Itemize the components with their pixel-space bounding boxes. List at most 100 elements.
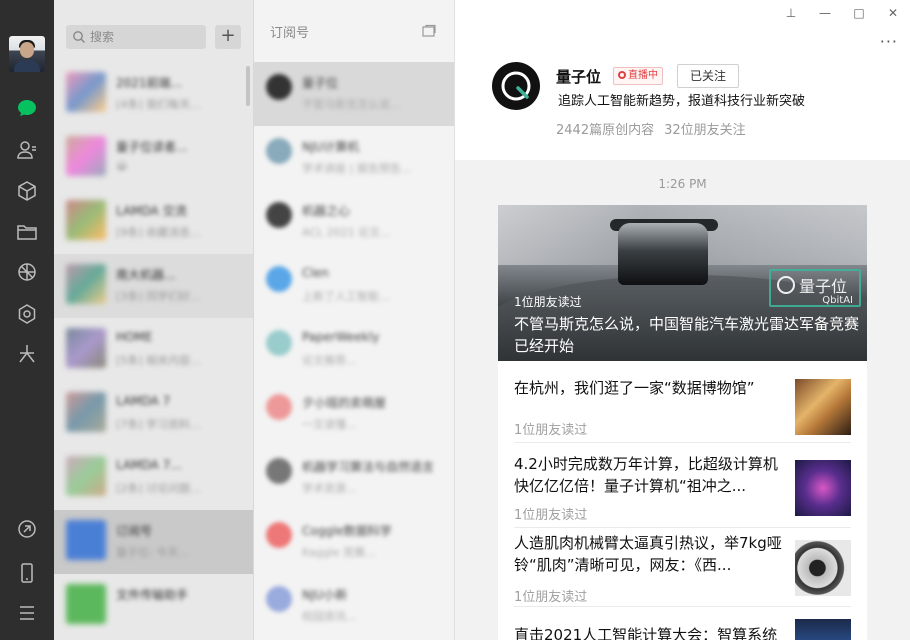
wechat-window: 搜索 + 2021前端... [4条] 我们每天... 量子位读者... 😀 L… bbox=[0, 0, 910, 640]
chat-item[interactable]: 量子位读者... 😀 bbox=[54, 126, 253, 190]
chat-item-file-transfer[interactable]: 文件传输助手 bbox=[54, 574, 253, 638]
article-thumbnail bbox=[795, 460, 851, 516]
subscription-preview: 论文推荐... bbox=[302, 354, 357, 367]
account-profile: ⊥ — □ ✕ ··· 量子位 直播中 已关注 追踪人工智能新趋势，报道科技行业… bbox=[455, 0, 910, 160]
chat-preview: [3条] 同学们好... bbox=[116, 290, 201, 303]
link-icon[interactable] bbox=[15, 517, 39, 541]
pin-button[interactable]: ⊥ bbox=[774, 0, 808, 26]
chat-item[interactable]: LAMDA 7... [2条] 讨论问题... bbox=[54, 446, 253, 510]
subscription-item[interactable]: 量子位 不管马斯克怎么说... bbox=[254, 62, 454, 126]
subscription-preview: 一文读懂... bbox=[302, 418, 357, 431]
subscription-name: Clen bbox=[302, 266, 329, 280]
chat-name: 量子位读者... bbox=[116, 140, 188, 154]
subscription-preview: 学术讲座 | 报告预告... bbox=[302, 162, 412, 175]
subscription-item[interactable]: Clen 上新了人工智能... bbox=[254, 254, 454, 318]
moments-icon[interactable] bbox=[15, 260, 39, 284]
subscription-name: 夕小瑶的卖萌屋 bbox=[302, 396, 387, 410]
article-item[interactable]: 在杭州，我们逛了一家“数据博物馆” 1位朋友读过 bbox=[498, 373, 867, 443]
box-icon[interactable] bbox=[15, 179, 39, 203]
look-icon[interactable] bbox=[15, 342, 39, 366]
chat-item-subscriptions[interactable]: 订阅号 量子位: 今天... bbox=[54, 510, 253, 574]
subscription-title: 订阅号 bbox=[270, 26, 310, 41]
side-nav bbox=[0, 0, 54, 640]
chat-preview: [9条] 收藏消息... bbox=[116, 226, 201, 239]
article-card: 量子位 QbitAI 1位朋友读过 不管马斯克怎么说，中国智能汽车激光雷达军备竞… bbox=[498, 205, 867, 640]
subscription-item[interactable]: 夕小瑶的卖萌屋 一文读懂... bbox=[254, 382, 454, 446]
contacts-icon[interactable] bbox=[15, 138, 39, 162]
subscription-name: 量子位 bbox=[302, 76, 339, 90]
subscription-item[interactable]: NJU小新 校园资讯... bbox=[254, 574, 454, 638]
article-thumbnail bbox=[795, 619, 851, 640]
add-button[interactable]: + bbox=[215, 25, 241, 49]
chat-item[interactable]: LAMDA 7 [7条] 学习资料... bbox=[54, 382, 253, 446]
article-thumbnail bbox=[795, 540, 851, 596]
chat-preview: [2条] 讨论问题... bbox=[116, 482, 201, 495]
subscription-item[interactable]: 机器学习算法与自然语言 学术资源... bbox=[254, 446, 454, 510]
article-thumbnail bbox=[795, 379, 851, 435]
subscription-item[interactable]: Coggle数据科学 Kaggle 竞赛... bbox=[254, 510, 454, 574]
account-detail-panel: ⊥ — □ ✕ ··· 量子位 直播中 已关注 追踪人工智能新趋势，报道科技行业… bbox=[455, 0, 910, 640]
chat-list-scrollbar[interactable] bbox=[246, 66, 250, 106]
live-badge[interactable]: 直播中 bbox=[613, 67, 663, 85]
friends-following[interactable]: 32位朋友关注 bbox=[664, 123, 746, 138]
qbitai-logo-icon bbox=[501, 71, 531, 101]
search-placeholder: 搜索 bbox=[90, 30, 115, 44]
minimize-button[interactable]: — bbox=[808, 0, 842, 26]
subscription-list-panel: 订阅号 量子位 不管马斯克怎么说... NJU计算机 学术讲座 | 报告预告..… bbox=[254, 0, 455, 640]
account-description: 追踪人工智能新趋势，报道科技行业新突破 bbox=[558, 94, 806, 109]
phone-icon[interactable] bbox=[15, 561, 39, 585]
chat-list-panel: 搜索 + 2021前端... [4条] 我们每天... 量子位读者... 😀 L… bbox=[54, 0, 254, 640]
subscription-item[interactable]: PaperWeekly 论文推荐... bbox=[254, 318, 454, 382]
user-avatar[interactable] bbox=[9, 36, 45, 72]
headline-article[interactable]: 量子位 QbitAI 1位朋友读过 不管马斯克怎么说，中国智能汽车激光雷达军备竞… bbox=[498, 205, 867, 361]
chat-name: LAMDA 7 bbox=[116, 394, 171, 408]
subscription-preview: 校园资讯... bbox=[302, 610, 357, 623]
chat-icon[interactable] bbox=[15, 96, 39, 120]
chat-item[interactable]: 南大机器... [3条] 同学们好... bbox=[54, 254, 253, 318]
article-title: 4.2小时完成数万年计算，比超级计算机快亿亿亿倍！量子计算机“祖冲之... bbox=[514, 455, 778, 495]
menu-icon[interactable] bbox=[15, 601, 39, 625]
article-friends-read: 1位朋友读过 bbox=[514, 590, 588, 605]
qbitai-watermark: 量子位 QbitAI bbox=[769, 269, 861, 307]
more-options-button[interactable]: ··· bbox=[880, 32, 898, 51]
chat-name: LAMDA 交流 bbox=[116, 204, 187, 218]
search-input[interactable]: 搜索 bbox=[66, 25, 206, 49]
article-item[interactable]: 直击2021人工智能计算大会：智算系统 bbox=[498, 619, 867, 640]
article-title: 人造肌肉机械臂太逼真引热议，举7kg哑铃“肌肉”清晰可见，网友：《西... bbox=[514, 534, 782, 574]
subscription-name: PaperWeekly bbox=[302, 330, 380, 344]
mini-program-icon[interactable] bbox=[15, 302, 39, 326]
chat-item[interactable]: HOME [5条] 相关内容... bbox=[54, 318, 253, 382]
chat-name: 2021前端... bbox=[116, 76, 182, 90]
subscription-preview: 上新了人工智能... bbox=[302, 290, 390, 303]
account-stats: 2442篇原创内容 32位朋友关注 bbox=[556, 119, 746, 138]
subscription-preview: Kaggle 竞赛... bbox=[302, 546, 376, 559]
chat-name: 南大机器... bbox=[116, 268, 176, 282]
subscription-item[interactable]: NJU计算机 学术讲座 | 报告预告... bbox=[254, 126, 454, 190]
watermark-en: QbitAI bbox=[822, 295, 853, 306]
chat-item[interactable]: 2021前端... [4条] 我们每天... bbox=[54, 62, 253, 126]
chat-preview: [5条] 相关内容... bbox=[116, 354, 201, 367]
chat-name: LAMDA 7... bbox=[116, 458, 182, 472]
chat-item[interactable]: LAMDA 交流 [9条] 收藏消息... bbox=[54, 190, 253, 254]
chat-name: HOME bbox=[116, 330, 153, 344]
article-friends-read: 1位朋友读过 bbox=[514, 508, 588, 523]
subscription-name: 机器学习算法与自然语言 bbox=[302, 460, 435, 474]
folder-icon[interactable] bbox=[15, 220, 39, 244]
chat-preview: [7条] 学习资料... bbox=[116, 418, 201, 431]
subscription-header: 订阅号 bbox=[254, 0, 454, 62]
account-logo[interactable] bbox=[492, 62, 540, 110]
follow-button[interactable]: 已关注 bbox=[677, 64, 739, 88]
search-icon bbox=[73, 31, 85, 43]
maximize-button[interactable]: □ bbox=[842, 0, 876, 26]
article-item[interactable]: 4.2小时完成数万年计算，比超级计算机快亿亿亿倍！量子计算机“祖冲之... 1位… bbox=[498, 450, 867, 528]
article-title: 在杭州，我们逛了一家“数据博物馆” bbox=[514, 379, 755, 397]
articles-count[interactable]: 2442篇原创内容 bbox=[556, 123, 654, 138]
subscription-name: NJU小新 bbox=[302, 588, 348, 602]
open-window-icon[interactable] bbox=[422, 24, 436, 38]
close-button[interactable]: ✕ bbox=[876, 0, 910, 26]
article-item[interactable]: 人造肌肉机械臂太逼真引热议，举7kg哑铃“肌肉”清晰可见，网友：《西... 1位… bbox=[498, 529, 867, 607]
subscription-item[interactable]: 机器之心 ACL 2021 论文... bbox=[254, 190, 454, 254]
message-time: 1:26 PM bbox=[658, 177, 707, 191]
live-label: 直播中 bbox=[628, 70, 658, 81]
chat-name: 文件传输助手 bbox=[116, 588, 189, 602]
